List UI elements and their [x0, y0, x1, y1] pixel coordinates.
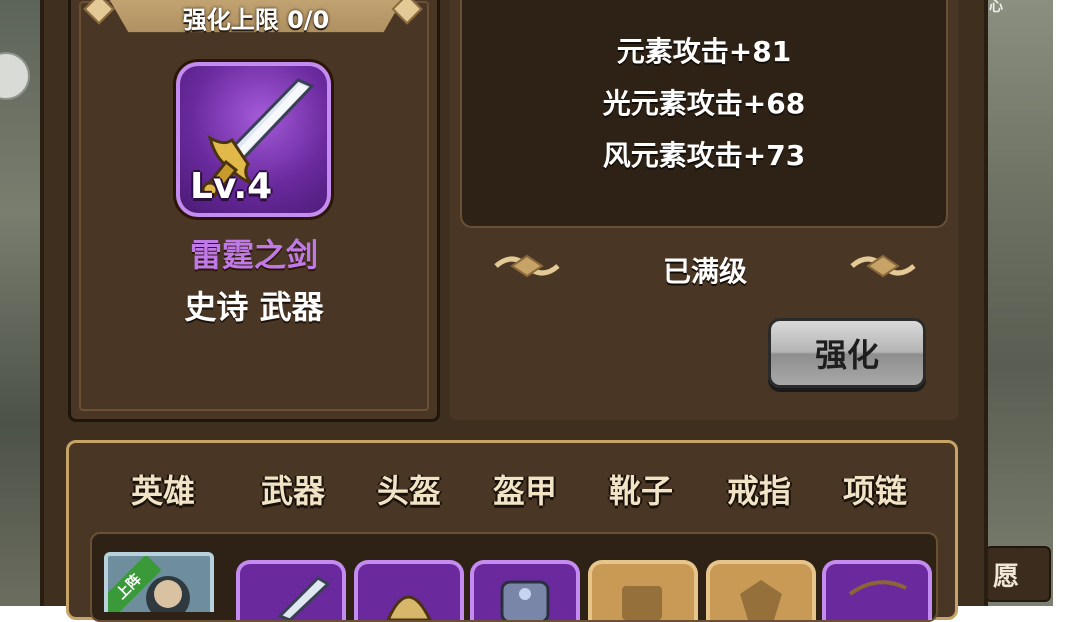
- tab-hero[interactable]: 英雄: [108, 466, 218, 512]
- ornament-right-icon: [850, 254, 916, 278]
- corner-label: 心: [989, 0, 1003, 15]
- necklace-icon: [848, 580, 907, 596]
- ornament-left-icon: [494, 254, 560, 278]
- tab-weapon[interactable]: 武器: [238, 466, 348, 512]
- slot-boots[interactable]: [588, 560, 698, 620]
- stat-line: 光元素攻击+68: [602, 87, 806, 120]
- helmet-icon: [386, 595, 432, 620]
- sword-icon: [277, 576, 331, 620]
- tab-necklace[interactable]: 项链: [820, 466, 930, 512]
- item-name: 雷霆之剑: [189, 236, 318, 274]
- stat-line: 元素攻击+81: [616, 35, 792, 68]
- slot-helmet[interactable]: [354, 560, 464, 620]
- upgrade-button[interactable]: 强化: [768, 318, 926, 388]
- tab-helmet[interactable]: 头盔: [354, 466, 464, 512]
- item-rarity-type: 史诗 武器: [184, 288, 324, 326]
- ring-icon: [740, 580, 782, 620]
- tab-ring[interactable]: 戒指: [704, 466, 814, 512]
- enhance-cap-label: 强化上限 0/0: [182, 6, 330, 34]
- max-level-status: 已满级: [662, 255, 747, 288]
- wish-button[interactable]: 愿: [985, 546, 1051, 602]
- item-level-badge: Lv.4: [190, 166, 273, 207]
- tab-boots[interactable]: 靴子: [586, 466, 696, 512]
- slot-weapon[interactable]: [236, 560, 346, 620]
- stat-line: 风元素攻击+73: [602, 139, 806, 172]
- item-icon-frame[interactable]: Lv.4: [176, 62, 331, 217]
- slot-hero[interactable]: 上阵: [104, 552, 214, 612]
- slot-necklace[interactable]: [822, 560, 932, 620]
- slot-ring[interactable]: [706, 560, 816, 620]
- boots-icon: [622, 586, 662, 620]
- armor-icon: [500, 580, 550, 620]
- tab-armor[interactable]: 盔甲: [470, 466, 580, 512]
- background-scenery-right: [985, 0, 1053, 606]
- slot-armor[interactable]: [470, 560, 580, 620]
